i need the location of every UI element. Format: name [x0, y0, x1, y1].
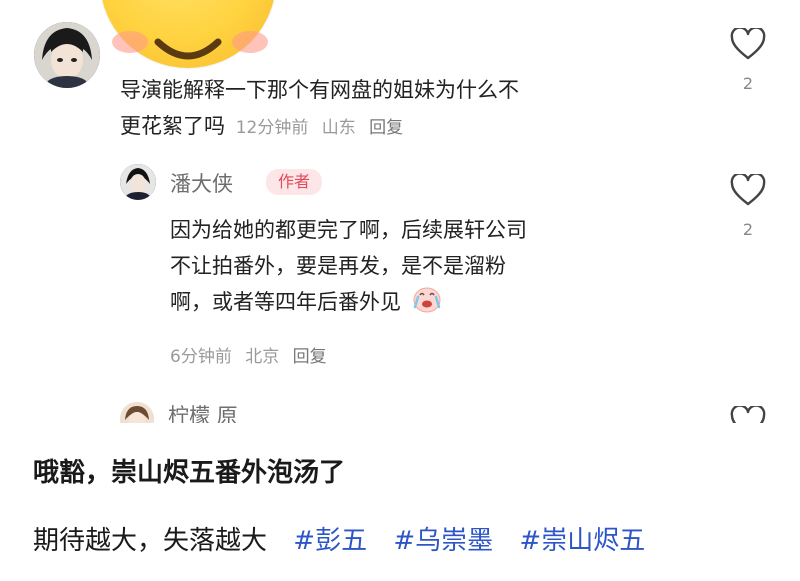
comment-text: 导演能解释一下那个有网盘的姐妹为什么不 更花絮了吗 12分钟前 山东 回复	[120, 72, 519, 146]
heart-outline-icon	[730, 174, 766, 206]
like-count: 2	[742, 220, 754, 239]
like-count: 2	[742, 74, 754, 93]
reply-text-line-end: 啊，或者等四年后番外见	[170, 290, 401, 314]
like-button[interactable]: 2	[728, 174, 768, 239]
like-button[interactable]: 2	[728, 28, 768, 93]
reply-location: 北京	[245, 347, 280, 367]
reply-text-line: 因为给她的都更完了啊，后续展轩公司	[170, 218, 527, 242]
reply-meta: 6分钟前 北京 回复	[170, 342, 335, 367]
reply-text: 因为给她的都更完了啊，后续展轩公司 不让拍番外，要是再发，是不是溜粉 啊，或者等…	[170, 212, 527, 324]
post-caption: 期待越大，失落越大 #彭五 #乌崇墨 #崇山烬五	[33, 520, 645, 557]
hashtag-link[interactable]: #乌崇墨	[393, 526, 493, 556]
avatar[interactable]	[120, 164, 156, 200]
comment-text-line: 更花絮了吗 12分钟前 山东 回复	[120, 108, 519, 146]
author-badge: 作者	[266, 169, 323, 195]
reply-button[interactable]: 回复	[369, 118, 403, 138]
screenshot-crop-edge	[0, 423, 800, 453]
reply-button[interactable]: 回复	[293, 347, 327, 367]
hashtag-link[interactable]: #彭五	[293, 526, 367, 556]
avatar[interactable]	[34, 22, 100, 88]
reply-time: 6分钟前	[170, 347, 232, 367]
author-name[interactable]: 潘大侠	[170, 168, 233, 198]
comment-location: 山东	[321, 118, 356, 138]
reply-text-line: 啊，或者等四年后番外见	[170, 284, 527, 324]
hashtag-link[interactable]: #崇山烬五	[519, 526, 645, 556]
comment-text-line-end: 更花絮了吗	[120, 114, 225, 138]
comment-time: 12分钟前	[235, 118, 309, 138]
heart-outline-icon	[730, 28, 766, 60]
crying-laugh-emoji-icon	[412, 285, 442, 324]
comment-text-line: 导演能解释一下那个有网盘的姐妹为什么不	[120, 78, 519, 102]
caption-text: 期待越大，失落越大	[33, 526, 268, 556]
post-headline: 哦豁，崇山烬五番外泡汤了	[33, 458, 346, 488]
smiling-face-emoji-icon	[100, 0, 276, 68]
reply-text-line: 不让拍番外，要是再发，是不是溜粉	[170, 254, 506, 278]
